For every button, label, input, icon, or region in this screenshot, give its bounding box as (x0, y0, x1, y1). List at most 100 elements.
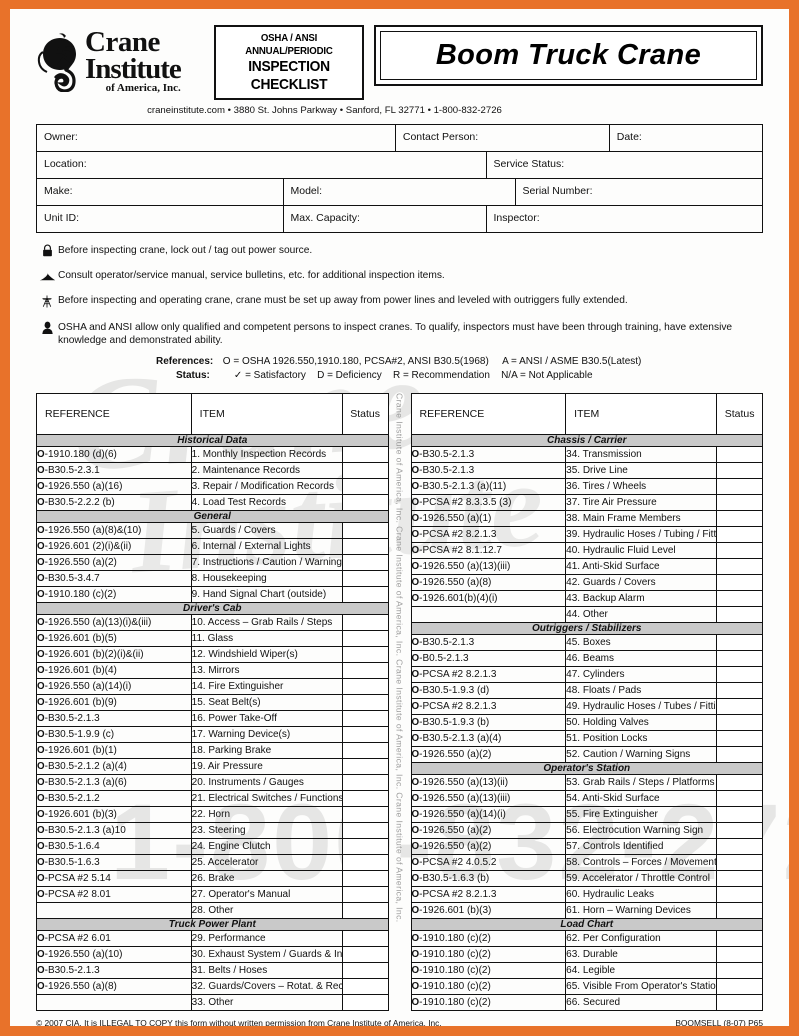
status-checkbox-cell[interactable] (716, 461, 763, 479)
checklist-row: O-1910.180 (c)(2) 63. Durable (410, 945, 763, 963)
status-checkbox-cell[interactable] (341, 725, 389, 743)
checklist-row: 33. Other (36, 993, 389, 1011)
item-cell: 55. Fire Extinguisher (565, 805, 718, 823)
status-checkbox-cell[interactable] (716, 649, 763, 667)
status-checkbox-cell[interactable] (716, 961, 763, 979)
status-checkbox-cell[interactable] (341, 757, 389, 775)
status-checkbox-cell[interactable] (716, 541, 763, 559)
checklist-row: O-1910.180 (d)(6) 1. Monthly Inspection R… (36, 445, 389, 463)
status-checkbox-cell[interactable] (341, 445, 389, 463)
status-checkbox-cell[interactable] (341, 521, 389, 539)
status-checkbox-cell[interactable] (716, 665, 763, 683)
item-cell: 8. Housekeeping (190, 569, 343, 587)
status-checkbox-cell[interactable] (341, 709, 389, 727)
status-checkbox-cell[interactable] (341, 821, 389, 839)
reference-cell: O-PCSA #2 8.1.12.7 (410, 541, 567, 559)
status-checkbox-cell[interactable] (716, 509, 763, 527)
status-checkbox-cell[interactable] (716, 605, 763, 623)
status-checkbox-cell[interactable] (716, 837, 763, 855)
status-checkbox-cell[interactable] (341, 461, 389, 479)
status-checkbox-cell[interactable] (716, 573, 763, 591)
status-checkbox-cell[interactable] (341, 493, 389, 511)
status-checkbox-cell[interactable] (341, 993, 389, 1011)
owner-field[interactable]: Owner: (37, 125, 396, 152)
status-checkbox-cell[interactable] (716, 977, 763, 995)
status-checkbox-cell[interactable] (341, 569, 389, 587)
contact-person-field[interactable]: Contact Person: (396, 125, 610, 152)
status-checkbox-cell[interactable] (716, 773, 763, 791)
status-checkbox-cell[interactable] (341, 885, 389, 903)
status-checkbox-cell[interactable] (716, 633, 763, 651)
item-cell: 16. Power Take-Off (190, 709, 343, 727)
vertical-watermark: Crane Institute of America, Inc. Crane I… (394, 392, 405, 923)
status-checkbox-cell[interactable] (716, 945, 763, 963)
status-checkbox-cell[interactable] (716, 805, 763, 823)
max-capacity-field[interactable]: Max. Capacity: (284, 206, 487, 233)
status-checkbox-cell[interactable] (341, 553, 389, 571)
legend-status-satisfactory: ✓ = Satisfactory (233, 370, 306, 382)
status-checkbox-cell[interactable] (341, 677, 389, 695)
status-checkbox-cell[interactable] (341, 741, 389, 759)
item-cell: 45. Boxes (565, 633, 718, 651)
status-checkbox-cell[interactable] (716, 525, 763, 543)
date-field[interactable]: Date: (610, 125, 762, 151)
model-field[interactable]: Model: (284, 179, 516, 206)
status-checkbox-cell[interactable] (716, 885, 763, 903)
reference-cell: O-PCSA #2 4.0.5.2 (410, 853, 567, 871)
inspector-field[interactable]: Inspector: (487, 206, 763, 232)
status-checkbox-cell[interactable] (716, 745, 763, 763)
status-checkbox-cell[interactable] (341, 901, 389, 919)
status-checkbox-cell[interactable] (341, 613, 389, 631)
reference-cell: O-B30.5-2.1.3 (a)10 (36, 821, 192, 839)
checklist-row: O-B30.5-2.3.1 2. Maintenance Records (36, 461, 389, 479)
item-cell: 52. Caution / Warning Signs (565, 745, 718, 763)
brand-logo: Crane Institute of America, Inc. (36, 25, 204, 94)
status-checkbox-cell[interactable] (716, 681, 763, 699)
status-checkbox-cell[interactable] (716, 929, 763, 947)
status-checkbox-cell[interactable] (341, 789, 389, 807)
status-checkbox-cell[interactable] (341, 929, 389, 947)
status-checkbox-cell[interactable] (716, 557, 763, 575)
status-checkbox-cell[interactable] (341, 869, 389, 887)
status-checkbox-cell[interactable] (716, 853, 763, 871)
document-sheet: Crane Institute 1-800-832-2726 (10, 9, 789, 1026)
status-checkbox-cell[interactable] (716, 729, 763, 747)
status-checkbox-cell[interactable] (716, 901, 763, 919)
status-checkbox-cell[interactable] (341, 629, 389, 647)
serial-number-field[interactable]: Serial Number: (516, 179, 763, 205)
unit-id-field[interactable]: Unit ID: (37, 206, 284, 233)
status-checkbox-cell[interactable] (716, 445, 763, 463)
status-checkbox-cell[interactable] (341, 645, 389, 663)
item-cell: 58. Controls – Forces / Movements (565, 853, 718, 871)
status-checkbox-cell[interactable] (341, 977, 389, 995)
item-cell: 14. Fire Extinguisher (190, 677, 343, 695)
status-checkbox-cell[interactable] (341, 661, 389, 679)
status-checkbox-cell[interactable] (341, 853, 389, 871)
status-checkbox-cell[interactable] (716, 821, 763, 839)
status-checkbox-cell[interactable] (341, 837, 389, 855)
reference-cell: O-1926.601 (b)(1) (36, 741, 192, 759)
make-field[interactable]: Make: (37, 179, 284, 206)
status-checkbox-cell[interactable] (716, 493, 763, 511)
checklist-row: O-PCSA #2 6.01 29. Performance (36, 929, 389, 947)
status-checkbox-cell[interactable] (716, 993, 763, 1011)
location-field[interactable]: Location: (37, 152, 487, 179)
status-checkbox-cell[interactable] (716, 697, 763, 715)
checklist-row: O-1926.601 (b)(2)(i)&(ii) 12. Windshield … (36, 645, 389, 663)
status-checkbox-cell[interactable] (341, 537, 389, 555)
status-checkbox-cell[interactable] (341, 805, 389, 823)
status-checkbox-cell[interactable] (716, 713, 763, 731)
status-checkbox-cell[interactable] (716, 869, 763, 887)
status-checkbox-cell[interactable] (341, 945, 389, 963)
status-checkbox-cell[interactable] (341, 693, 389, 711)
status-checkbox-cell[interactable] (341, 961, 389, 979)
status-checkbox-cell[interactable] (341, 477, 389, 495)
status-checkbox-cell[interactable] (341, 773, 389, 791)
status-checkbox-cell[interactable] (341, 585, 389, 603)
checklist-row: O-B30.5-1.9.3 (d) 48. Floats / Pads (410, 681, 763, 699)
status-checkbox-cell[interactable] (716, 789, 763, 807)
status-checkbox-cell[interactable] (716, 477, 763, 495)
item-cell: 3. Repair / Modification Records (190, 477, 343, 495)
status-checkbox-cell[interactable] (716, 589, 763, 607)
service-status-field[interactable]: Service Status: (487, 152, 763, 178)
